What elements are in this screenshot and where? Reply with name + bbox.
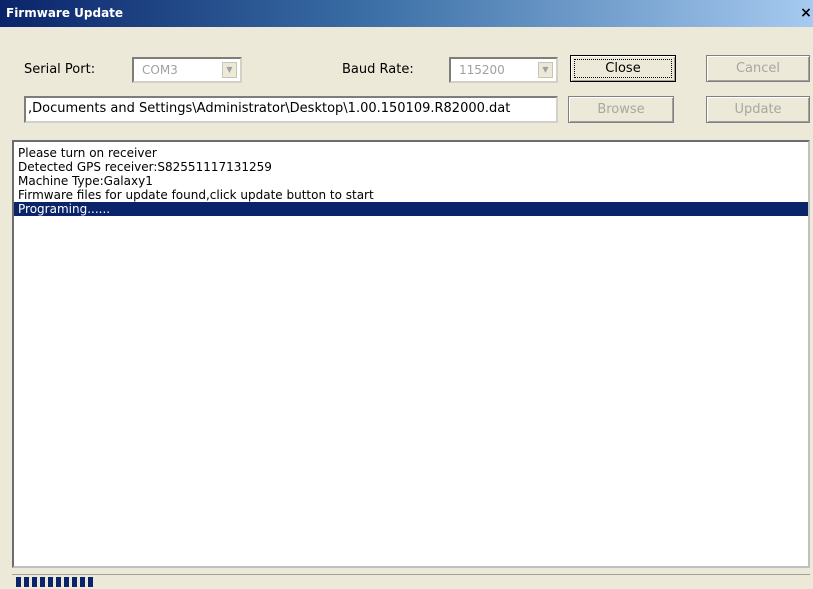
browse-button[interactable]: Browse: [568, 96, 674, 123]
cancel-button-label: Cancel: [735, 61, 781, 76]
log-line[interactable]: Firmware files for update found,click up…: [14, 188, 808, 202]
log-lines: Please turn on receiver Detected GPS rece…: [14, 142, 808, 216]
chevron-down-icon[interactable]: ▼: [538, 62, 553, 78]
update-button-label: Update: [734, 102, 782, 117]
browse-button-label: Browse: [597, 102, 645, 117]
baud-rate-label: Baud Rate:: [342, 62, 414, 77]
serial-port-value: COM3: [142, 63, 178, 77]
serial-port-label: Serial Port:: [24, 62, 96, 77]
log-line[interactable]: Machine Type:Galaxy1: [14, 174, 808, 188]
progress-fill: [16, 577, 95, 587]
baud-rate-select[interactable]: 115200 ▼: [449, 57, 558, 83]
serial-port-select[interactable]: COM3 ▼: [132, 57, 242, 83]
baud-rate-value: 115200: [459, 63, 505, 77]
firmware-file-path-field[interactable]: ,Documents and Settings\Administrator\De…: [24, 96, 558, 123]
title-bar: Firmware Update ×: [0, 0, 813, 27]
log-line[interactable]: Please turn on receiver: [14, 146, 808, 160]
log-line[interactable]: Programing......: [14, 202, 808, 216]
close-window-icon[interactable]: ×: [799, 4, 813, 22]
log-list[interactable]: Please turn on receiver Detected GPS rece…: [12, 140, 810, 568]
progress-bar: [12, 574, 810, 589]
close-button[interactable]: Close: [570, 55, 676, 82]
chevron-down-icon[interactable]: ▼: [222, 62, 237, 78]
cancel-button[interactable]: Cancel: [706, 55, 810, 82]
window-title: Firmware Update: [6, 6, 124, 20]
log-line[interactable]: Detected GPS receiver:S82551117131259: [14, 160, 808, 174]
focus-rectangle: [574, 59, 672, 78]
update-button[interactable]: Update: [706, 96, 810, 123]
